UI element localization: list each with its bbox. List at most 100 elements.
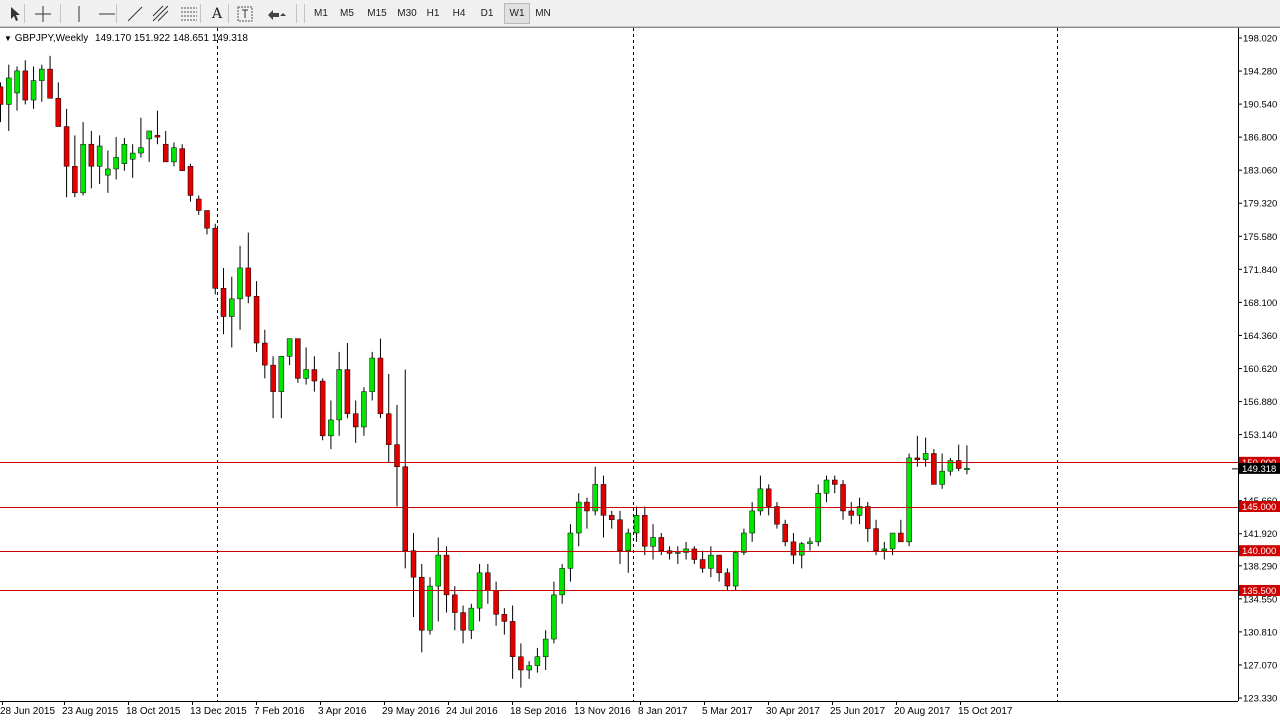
- bull-candle-body: [6, 77, 12, 105]
- candle: [650, 524, 656, 560]
- chart-window[interactable]: 198.020 194.280 190.540 186.800 183.060 179.3…: [0, 27, 1280, 720]
- equidistant-channel-tool-button[interactable]: [150, 3, 172, 24]
- price-tick-label: 153.140: [1243, 430, 1277, 441]
- price-tick-label: 186.800: [1243, 133, 1277, 144]
- arrows-tool-button[interactable]: [262, 3, 290, 24]
- toolbar-separator: [60, 4, 61, 23]
- candle: [460, 605, 466, 644]
- bear-candle-body: [617, 519, 623, 551]
- timeframe-m15-button[interactable]: M15: [362, 3, 392, 24]
- timeframe-w1-button[interactable]: W1: [504, 3, 530, 24]
- price-tick-label: 130.810: [1243, 627, 1277, 638]
- candle: [724, 568, 731, 591]
- candle: [509, 605, 516, 679]
- candle: [162, 130, 169, 163]
- bear-candle-body: [782, 523, 788, 543]
- candle: [947, 457, 954, 476]
- bull-candle-body: [14, 70, 20, 94]
- crosshair-tool-button[interactable]: [32, 3, 54, 24]
- candle: [6, 64, 12, 131]
- candle: [774, 502, 780, 529]
- timeframe-mn-button[interactable]: MN: [530, 3, 556, 24]
- candle: [642, 506, 648, 556]
- timeframe-h1-button[interactable]: H1: [420, 3, 446, 24]
- bull-candle-body: [815, 493, 821, 543]
- bear-candle-body: [658, 537, 665, 551]
- collapse-triangle-icon[interactable]: ▼: [4, 34, 12, 43]
- horizontal-line-tool-button[interactable]: [96, 3, 118, 24]
- bear-candle-body: [848, 510, 855, 516]
- candle: [798, 541, 805, 569]
- bear-candle-body: [419, 576, 425, 631]
- arrows-tool-icon: [268, 9, 286, 20]
- bear-candle-body: [460, 612, 466, 631]
- candle: [881, 541, 888, 560]
- bear-candle-body: [295, 338, 301, 379]
- candle: [856, 497, 863, 525]
- bull-candle-body: [286, 338, 293, 357]
- horizontal-line-tool-icon: [99, 13, 115, 14]
- vertical-line-tool-button[interactable]: [68, 3, 90, 24]
- price-tick-label: 127.070: [1243, 660, 1277, 671]
- candle: [311, 356, 318, 392]
- bull-candle-body: [741, 532, 747, 553]
- bull-candle-body: [328, 419, 334, 437]
- candle: [691, 546, 698, 564]
- price-tick-label: 179.320: [1243, 199, 1277, 210]
- candle: [212, 223, 219, 295]
- candle: [179, 144, 185, 171]
- candle: [427, 577, 433, 635]
- timeframe-m30-button[interactable]: M30: [392, 3, 422, 24]
- candle: [187, 163, 194, 202]
- bear-candle-body: [204, 210, 210, 229]
- price-tick-label: 156.880: [1243, 397, 1277, 408]
- timeframe-h4-button[interactable]: H4: [446, 3, 472, 24]
- candle: [518, 643, 524, 688]
- time-tick-label: 24 Jul 2016: [446, 706, 498, 717]
- bull-candle-body: [80, 143, 86, 194]
- timeframe-d1-button[interactable]: D1: [474, 3, 500, 24]
- candle: [906, 453, 912, 547]
- bear-candle-body: [790, 541, 797, 556]
- candle: [501, 608, 508, 635]
- bear-candle-body: [443, 554, 450, 596]
- candle: [716, 554, 722, 582]
- candle: [683, 541, 689, 560]
- equidistant-channel-tool-icon: [152, 5, 169, 21]
- timeframe-m5-button[interactable]: M5: [334, 3, 360, 24]
- bull-candle-body: [336, 369, 342, 421]
- candle: [47, 55, 53, 99]
- timeframe-m1-button[interactable]: M1: [308, 3, 334, 24]
- time-tick-label: 3 Apr 2016: [318, 706, 367, 717]
- price-tick-label: 123.330: [1243, 694, 1277, 705]
- cursor-tool-button[interactable]: [4, 3, 26, 24]
- bear-candle-body: [319, 380, 326, 437]
- bear-candle-body: [0, 86, 4, 105]
- candle: [873, 519, 879, 556]
- time-tick-label: 18 Sep 2016: [510, 706, 567, 717]
- candle: [410, 533, 417, 617]
- bull-candle-body: [881, 548, 888, 551]
- trendline-tool-button[interactable]: [124, 3, 146, 24]
- level-price-tag-label: 135.500: [1242, 586, 1276, 597]
- bear-candle-body: [377, 357, 384, 414]
- candle: [542, 630, 549, 670]
- text-tool-button[interactable]: A: [206, 3, 228, 24]
- candle: [931, 449, 937, 485]
- bear-candle-body: [584, 501, 590, 512]
- bull-candle-body: [39, 68, 45, 81]
- candle: [352, 400, 359, 443]
- time-tick-label: 18 Oct 2015: [126, 706, 181, 717]
- candle: [567, 524, 574, 582]
- bear-candle-body: [220, 288, 227, 317]
- bear-candle-body: [452, 594, 458, 613]
- bear-candle-body: [873, 528, 879, 551]
- candle: [633, 506, 640, 542]
- bear-candle-body: [493, 590, 499, 615]
- price-chart[interactable]: 198.020 194.280 190.540 186.800 183.060 179.3…: [0, 27, 1280, 720]
- bear-candle-body: [691, 548, 698, 560]
- text-label-tool-button[interactable]: [234, 3, 256, 24]
- bear-candle-body: [253, 295, 260, 344]
- fibonacci-tool-button[interactable]: [178, 3, 200, 24]
- candle: [253, 281, 260, 352]
